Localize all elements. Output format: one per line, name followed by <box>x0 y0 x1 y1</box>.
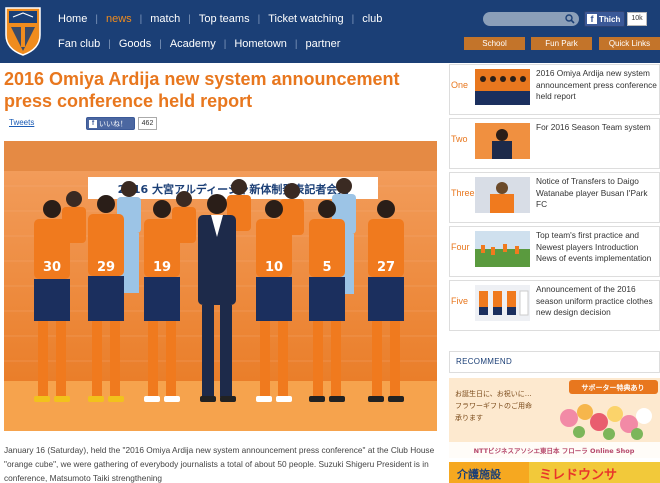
nav-separator: | <box>159 38 162 50</box>
flower-shop-banner[interactable]: サポーター特典あり お誕生日に、お祝いに… フラワーギフトのご用命 承ります N… <box>449 378 660 458</box>
quick-links-button[interactable]: Quick Links <box>599 37 660 50</box>
nav-club[interactable]: club <box>362 13 382 25</box>
news-title: Top team's first practice and Newest pla… <box>536 230 652 263</box>
banner2-left-text: 介護施設 <box>456 467 502 481</box>
rank-label: Five <box>451 296 469 306</box>
jersey-number: 30 <box>43 260 61 275</box>
news-title: Announcement of the 2016 season uniform … <box>536 284 653 317</box>
nav-news[interactable]: news <box>106 13 132 25</box>
news-thumbnail <box>475 177 530 213</box>
news-thumbnail <box>475 285 530 321</box>
main-nav: Home | news | match | Top teams | Ticket… <box>47 8 382 30</box>
nav-hometown[interactable]: Hometown <box>234 38 287 50</box>
news-title: For 2016 Season Team system <box>536 122 651 132</box>
press-conference-photo: 2016 大宮アルディージャ新体制発表記者会見 30 <box>4 141 437 431</box>
care-facility-banner[interactable]: 介護施設 ミレドウンサ <box>449 462 660 483</box>
search-input[interactable] <box>483 12 579 26</box>
recommend-heading: RECOMMEND <box>449 351 660 373</box>
jersey-number: 5 <box>322 260 331 275</box>
banner-line-2: フラワーギフトのご用命 <box>455 401 532 410</box>
news-thumbnail <box>475 69 530 105</box>
news-thumbnail <box>475 231 530 267</box>
banner2-right-text: ミレドウンサ <box>539 468 617 483</box>
nav-separator: | <box>139 13 143 25</box>
rank-label: Three <box>451 188 475 198</box>
sidebar-news-item[interactable]: One 2016 Omiya Ardija new system announc… <box>449 64 660 115</box>
banner-line-3: 承ります <box>455 413 483 422</box>
sidebar-news-item[interactable]: Three Notice of Transfers to Daigo Watan… <box>449 172 660 223</box>
club-crest-logo[interactable] <box>3 5 43 57</box>
school-button[interactable]: School <box>464 37 525 50</box>
facebook-like-count: 10k <box>627 12 647 26</box>
nav-top-teams[interactable]: Top teams <box>199 13 250 25</box>
secondary-nav: Fan club | Goods | Academy | Hometown | … <box>47 33 340 55</box>
article-like-button[interactable]: f いいね！ <box>86 117 135 130</box>
nav-separator: | <box>188 13 191 25</box>
nav-goods[interactable]: Goods <box>119 38 151 50</box>
tweets-link[interactable]: Tweets <box>9 118 34 127</box>
banner-line-1: お誕生日に、お祝いに… <box>455 389 532 398</box>
rank-label: One <box>451 80 469 90</box>
nav-match[interactable]: match <box>150 13 180 25</box>
nav-separator: | <box>257 13 261 25</box>
jersey-number: 19 <box>153 260 171 275</box>
banner-badge: サポーター特典あり <box>582 383 645 392</box>
search-icon[interactable] <box>565 14 575 24</box>
nav-separator: | <box>95 13 98 25</box>
article-body: January 16 (Saturday), held the "2016 Om… <box>4 445 435 483</box>
nav-separator: | <box>223 38 227 50</box>
article-like-count: 462 <box>138 117 157 130</box>
news-title: 2016 Omiya Ardija new system announcemen… <box>536 68 657 101</box>
jersey-number: 10 <box>265 260 283 275</box>
sidebar-news-item[interactable]: Five Announcement of the 2016 season uni… <box>449 280 660 331</box>
jersey-number: 27 <box>377 260 395 275</box>
article-title: 2016 Omiya Ardija new system announcemen… <box>4 69 400 111</box>
jersey-number: 29 <box>97 260 115 275</box>
rank-label: Two <box>451 134 468 144</box>
article-like-label: いいね！ <box>99 120 127 128</box>
rank-label: Four <box>451 242 470 252</box>
news-thumbnail <box>475 123 530 159</box>
nav-separator: | <box>108 38 111 50</box>
nav-separator: | <box>351 13 355 25</box>
facebook-like-button[interactable]: f Thich <box>584 11 625 27</box>
nav-fan-club[interactable]: Fan club <box>58 38 100 50</box>
sidebar-news-item[interactable]: Four Top team's first practice and Newes… <box>449 226 660 277</box>
nav-separator: | <box>294 38 298 50</box>
nav-home[interactable]: Home <box>58 13 87 25</box>
facebook-icon: f <box>89 119 97 128</box>
facebook-icon: f <box>587 14 597 24</box>
fun-park-button[interactable]: Fun Park <box>531 37 592 50</box>
facebook-like-label: Thich <box>599 14 621 24</box>
nav-ticket-watching[interactable]: Ticket watching <box>268 13 343 25</box>
banner-footer: NTTビジネスアソシエ東日本 フローラ Online Shop <box>474 446 635 455</box>
nav-partner[interactable]: partner <box>306 38 341 50</box>
sidebar-news-item[interactable]: Two For 2016 Season Team system <box>449 118 660 169</box>
site-header: Home | news | match | Top teams | Ticket… <box>0 0 660 63</box>
news-title: Notice of Transfers to Daigo Watanabe pl… <box>536 176 648 209</box>
nav-academy[interactable]: Academy <box>170 38 216 50</box>
